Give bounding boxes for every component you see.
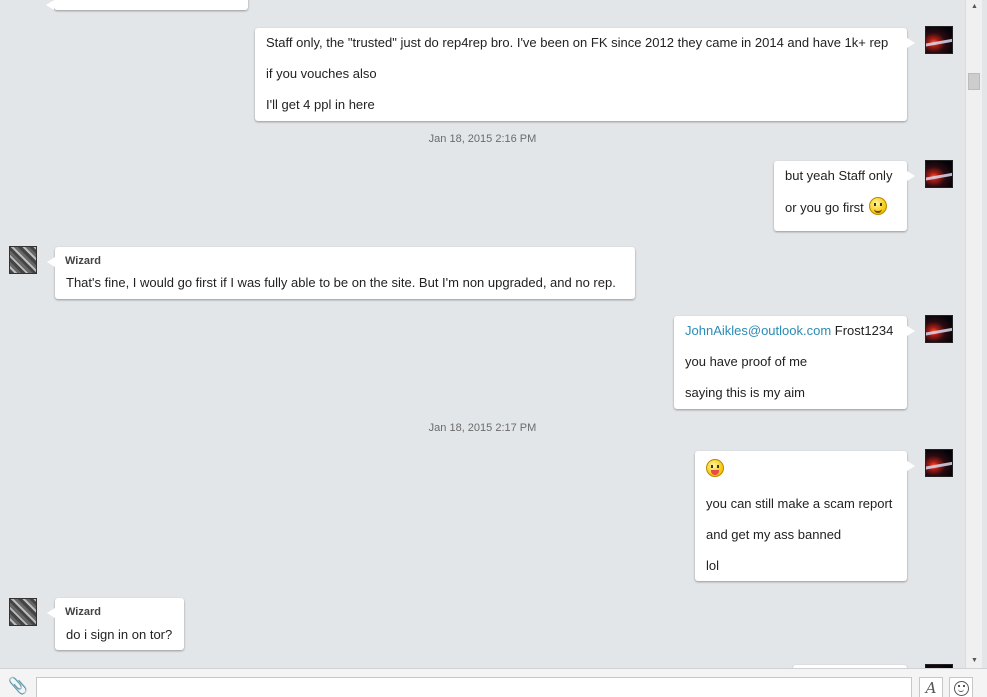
smiley-icon [954,681,969,696]
scroll-thumb[interactable] [968,73,980,90]
avatar-self[interactable] [925,449,953,477]
message-text: saying this is my aim [685,385,805,400]
message-input[interactable] [36,677,912,697]
message-text: That's fine, I would go first if I was f… [66,275,616,290]
avatar-self[interactable] [925,315,953,343]
sender-name[interactable]: Wizard [65,254,101,268]
message-text: but yeah Staff only [785,168,893,183]
message-text: if you vouches also [266,66,377,81]
scroll-down-arrow-icon[interactable]: ▼ [970,657,979,665]
message-bubble: you can still make a scam report and get… [695,451,915,581]
message-text: and get my ass banned [706,527,842,542]
message-text: JohnAikles@outlook.com Frost1234 [685,323,893,339]
message-bubble: Staff only, the "trusted" just do rep4re… [255,28,915,121]
chat-scrollbar[interactable]: ▲ ▼ [965,0,982,668]
message-text-part: Frost1234 [834,323,894,338]
message-text-part: or you go first [785,200,864,215]
message-bubble: Wizard That's fine, I would go first if … [47,247,635,299]
format-text-button[interactable]: A [919,677,943,697]
paperclip-icon[interactable]: 📎 [8,676,28,696]
avatar-self[interactable] [925,26,953,54]
message-bubble: Wizard do i sign in on tor? [47,598,184,650]
message-bubble: JohnAikles@outlook.com Frost1234 you hav… [674,316,915,409]
timestamp: Jan 18, 2015 2:16 PM [428,133,537,145]
smile-emoticon-icon [869,196,888,215]
message-text: lol [706,558,720,573]
avatar-self[interactable] [925,160,953,188]
timestamp: Jan 18, 2015 2:17 PM [428,422,537,434]
avatar-wizard[interactable] [9,246,37,274]
message-composer: 📎 A [0,668,987,697]
message-text: Staff only, the "trusted" just do rep4re… [266,35,889,50]
email-link[interactable]: JohnAikles@outlook.com [685,323,831,338]
message-text: I'll get 4 ppl in here [266,97,375,112]
scroll-up-arrow-icon[interactable]: ▲ [970,3,979,11]
message-text: you can still make a scam report [706,496,893,511]
sender-name[interactable]: Wizard [65,605,101,619]
message-text: do i sign in on tor? [66,627,173,642]
message-bubble-partial [46,0,248,10]
message-text: you have proof of me [685,354,808,369]
emoji-picker-button[interactable] [949,677,973,697]
avatar-wizard[interactable] [9,598,37,626]
message-bubble: but yeah Staff only or you go first [774,161,915,231]
chat-history: Staff only, the "trusted" just do rep4re… [0,0,965,668]
message-text: or you go first [785,196,888,216]
tongue-emoticon-icon [706,459,724,477]
